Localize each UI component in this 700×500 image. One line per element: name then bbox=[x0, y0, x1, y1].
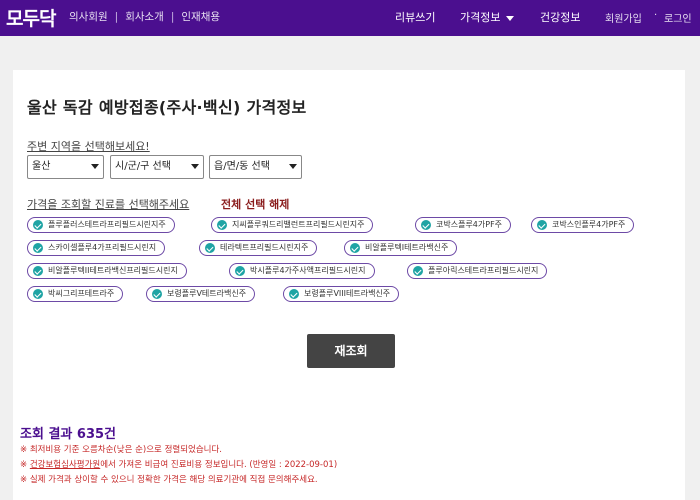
vaccine-chip[interactable]: 스카이셀플루4가프리필드시린지 bbox=[27, 240, 166, 256]
top-links: 의사회원 | 회사소개 | 인재채용 bbox=[69, 9, 220, 24]
nav-health-info[interactable]: 건강정보 bbox=[540, 9, 580, 25]
vaccine-chip[interactable]: 보령플루V테트라백신주 bbox=[146, 286, 256, 302]
check-icon bbox=[33, 266, 43, 276]
check-icon bbox=[537, 220, 547, 230]
result-summary: 조회 결과 635건 bbox=[20, 423, 116, 442]
re-search-button[interactable]: 재조회 bbox=[307, 334, 395, 368]
note-source-prefix: ※ bbox=[20, 460, 30, 470]
note-source: ※ 건강보험심사평가원에서 가져온 비급여 진료비용 정보입니다. (반영일 :… bbox=[20, 458, 337, 470]
vaccine-chip[interactable]: 플루플러스테트라프리필드시린지주 bbox=[27, 217, 175, 233]
region-label: 주변 지역을 선택해보세요! bbox=[27, 140, 150, 153]
chip-label: 비알플루텍I테트라백신주 bbox=[365, 243, 449, 252]
dropdown-arrow-icon bbox=[191, 164, 199, 169]
chip-label: 보령플루VIII테트라백신주 bbox=[304, 289, 391, 298]
note-disclaimer: ※ 실제 가격과 상이할 수 있으니 정확한 가격은 해당 의료기관에 직접 문… bbox=[20, 475, 318, 485]
check-icon bbox=[350, 243, 360, 253]
nav-dot: · bbox=[654, 10, 658, 21]
chip-label: 지씨플루쿼드리밸런트프리필드시린지주 bbox=[232, 220, 365, 229]
site-logo[interactable]: 모두닥 bbox=[6, 4, 56, 31]
hira-link[interactable]: 건강보험심사평가원 bbox=[30, 460, 100, 470]
check-icon bbox=[421, 220, 431, 230]
chip-label: 박시플루4가주사액프리필드시린지 bbox=[250, 266, 366, 275]
vaccine-chip[interactable]: 코박스인플루4가PF주 bbox=[531, 217, 635, 233]
result-count: 635건 bbox=[76, 427, 117, 442]
chip-label: 코박스인플루4가PF주 bbox=[552, 220, 626, 229]
dropdown-arrow-icon bbox=[91, 164, 99, 169]
check-icon bbox=[413, 266, 423, 276]
chip-label: 박씨그리프테트라주 bbox=[48, 289, 115, 298]
chip-label: 스카이셀플루4가프리필드시린지 bbox=[48, 243, 157, 252]
check-icon bbox=[235, 266, 245, 276]
note-sort: ※ 최저비용 기준 오름차순(낮은 순)으로 정렬되었습니다. bbox=[20, 445, 223, 455]
check-icon bbox=[217, 220, 227, 230]
nav-price-info[interactable]: 가격정보 bbox=[460, 9, 515, 25]
page-title: 울산 독감 예방접종(주사·백신) 가격정보 bbox=[27, 98, 307, 117]
separator: | bbox=[114, 10, 119, 23]
top-navbar: 모두닥 의사회원 | 회사소개 | 인재채용 리뷰쓰기 가격정보 건강정보 회원… bbox=[0, 0, 700, 36]
district-select-value: 시/군/구 선택 bbox=[115, 161, 171, 172]
chip-label: 테라텍트프리필드시린지주 bbox=[220, 243, 309, 252]
result-label: 조회 결과 bbox=[20, 427, 73, 442]
check-icon bbox=[33, 243, 43, 253]
nav-login[interactable]: 로그인 bbox=[664, 10, 692, 25]
check-icon bbox=[289, 289, 299, 299]
vaccine-chip[interactable]: 보령플루VIII테트라백신주 bbox=[283, 286, 400, 302]
chip-label: 비알플루텍II테트라백신프리필드시린지 bbox=[48, 266, 178, 275]
nav-price-info-label: 가격정보 bbox=[460, 11, 501, 24]
doctor-member-link[interactable]: 의사회원 bbox=[69, 9, 108, 24]
vaccine-chip[interactable]: 박시플루4가주사액프리필드시린지 bbox=[229, 263, 375, 279]
vaccine-chip[interactable]: 지씨플루쿼드리밸런트프리필드시린지주 bbox=[211, 217, 374, 233]
recruit-link[interactable]: 인재채용 bbox=[181, 9, 220, 24]
dropdown-arrow-icon bbox=[289, 164, 297, 169]
town-select-value: 읍/면/동 선택 bbox=[214, 161, 270, 172]
note-source-suffix: 에서 가져온 비급여 진료비용 정보입니다. (반영일 : 2022-09-01… bbox=[100, 460, 338, 470]
separator: | bbox=[170, 10, 175, 23]
chip-label: 플루아릭스테트라프리필드시린지 bbox=[428, 266, 539, 275]
deselect-all-button[interactable]: 전체 선택 해제 bbox=[221, 196, 289, 212]
chip-label: 플루플러스테트라프리필드시린지주 bbox=[48, 220, 166, 229]
company-intro-link[interactable]: 회사소개 bbox=[125, 9, 164, 24]
vaccine-label: 가격을 조회할 진료를 선택해주세요 bbox=[27, 198, 190, 211]
city-select-value: 울산 bbox=[32, 161, 51, 172]
check-icon bbox=[33, 220, 43, 230]
district-select[interactable]: 시/군/구 선택 bbox=[110, 155, 204, 179]
chip-label: 코박스플루4가PF주 bbox=[436, 220, 503, 229]
vaccine-chip[interactable]: 코박스플루4가PF주 bbox=[415, 217, 512, 233]
caret-down-icon bbox=[506, 15, 515, 21]
vaccine-chip[interactable]: 박씨그리프테트라주 bbox=[27, 286, 124, 302]
vaccine-chip[interactable]: 비알플루텍I테트라백신주 bbox=[344, 240, 458, 256]
nav-signup[interactable]: 회원가입 bbox=[605, 10, 642, 25]
town-select[interactable]: 읍/면/동 선택 bbox=[209, 155, 302, 179]
nav-write-review[interactable]: 리뷰쓰기 bbox=[395, 9, 435, 25]
check-icon bbox=[152, 289, 162, 299]
vaccine-chip[interactable]: 테라텍트프리필드시린지주 bbox=[199, 240, 318, 256]
vaccine-chip[interactable]: 플루아릭스테트라프리필드시린지 bbox=[407, 263, 548, 279]
chip-label: 보령플루V테트라백신주 bbox=[167, 289, 247, 298]
check-icon bbox=[205, 243, 215, 253]
city-select[interactable]: 울산 bbox=[27, 155, 104, 179]
check-icon bbox=[33, 289, 43, 299]
vaccine-chip[interactable]: 비알플루텍II테트라백신프리필드시린지 bbox=[27, 263, 187, 279]
